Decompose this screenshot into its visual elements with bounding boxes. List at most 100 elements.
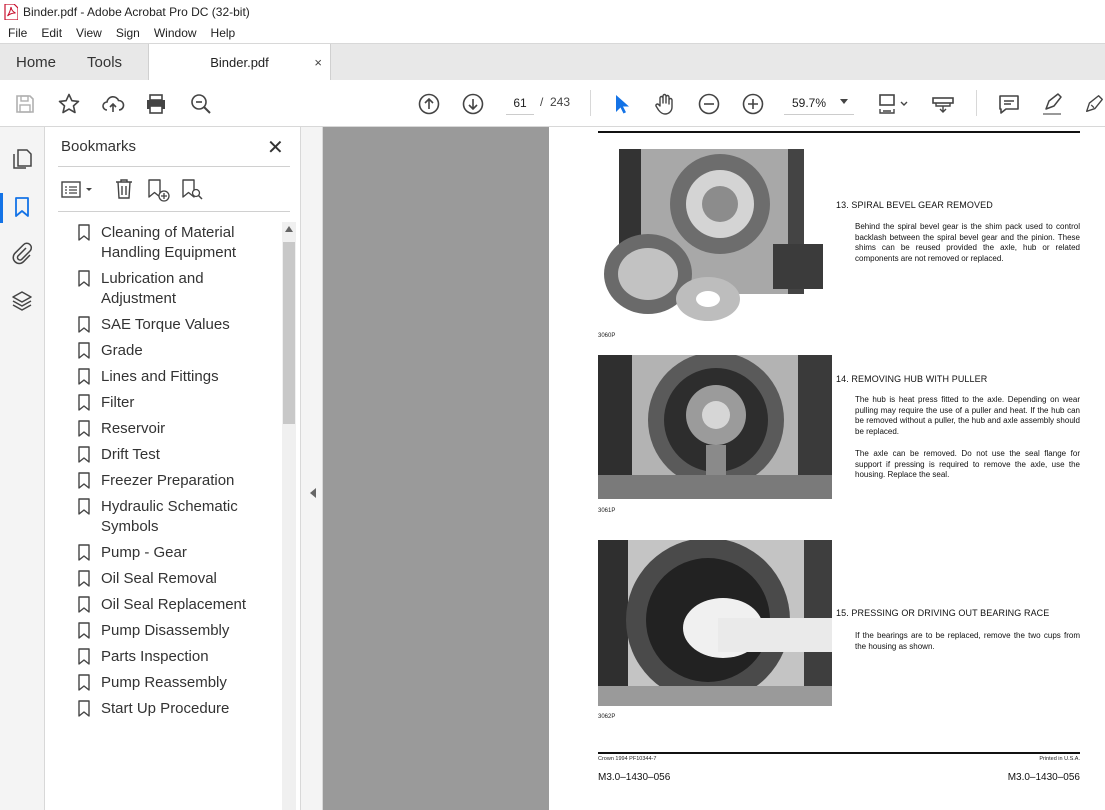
photo-spiral-bevel-gear (598, 149, 825, 325)
bookmark-item[interactable]: Drift Test (73, 445, 277, 465)
scrollbar-thumb[interactable] (283, 242, 295, 424)
bookmark-list: Cleaning of Material Handling Equipment L… (73, 223, 277, 725)
bookmark-panel-icon[interactable] (10, 195, 34, 219)
tab-home[interactable]: Home (0, 44, 71, 80)
step-13-body: Behind the spiral bevel gear is the shim… (855, 222, 1080, 263)
bookmark-icon (78, 498, 90, 515)
bookmark-label: Pump Disassembly (101, 622, 230, 639)
title-bar: Binder.pdf - Adobe Acrobat Pro DC (32-bi… (0, 0, 1105, 23)
save-icon[interactable] (13, 92, 37, 116)
hand-tool-icon[interactable] (653, 92, 677, 116)
panel-splitter[interactable] (300, 127, 323, 810)
menu-edit[interactable]: Edit (33, 26, 68, 40)
scroll-mode-icon[interactable] (931, 92, 955, 116)
cloud-upload-icon[interactable] (101, 92, 125, 116)
window-title: Binder.pdf - Adobe Acrobat Pro DC (32-bi… (23, 4, 250, 19)
bookmark-item[interactable]: Parts Inspection (73, 647, 277, 667)
tab-document[interactable]: Binder.pdf × (148, 44, 331, 81)
document-viewport[interactable]: 3060P 13. SPIRAL BEVEL GEAR REMOVED Behi… (323, 127, 1105, 810)
bookmark-label: Lubrication and Adjustment (101, 270, 204, 307)
zoom-in-icon[interactable] (741, 92, 765, 116)
menu-view[interactable]: View (68, 26, 108, 40)
step-14-body-2: The axle can be removed. Do not use the … (855, 449, 1080, 479)
photo-bearing-race (598, 540, 832, 706)
print-icon[interactable] (144, 92, 168, 116)
divider (58, 166, 290, 167)
next-page-icon[interactable] (461, 92, 485, 116)
bookmark-item[interactable]: Grade (73, 341, 277, 361)
bookmark-label: Oil Seal Removal (101, 570, 217, 587)
step-15-title: 15. PRESSING OR DRIVING OUT BEARING RACE (836, 608, 1050, 618)
bookmark-icon (78, 570, 90, 587)
sign-pen-icon[interactable] (1083, 92, 1105, 116)
photo-figure (598, 355, 832, 499)
star-icon[interactable] (57, 92, 81, 116)
delete-bookmark-icon[interactable] (112, 177, 136, 201)
pdf-page: 3060P 13. SPIRAL BEVEL GEAR REMOVED Behi… (549, 127, 1105, 810)
scroll-up-icon[interactable] (285, 226, 293, 232)
bookmark-item[interactable]: Lines and Fittings (73, 367, 277, 387)
page-bottom-rule (598, 752, 1080, 754)
bookmarks-panel-title: Bookmarks (61, 138, 137, 155)
bookmark-icon (78, 224, 90, 241)
bookmark-label: Lines and Fittings (101, 368, 219, 385)
bookmark-label: Reservoir (101, 420, 166, 437)
photo-figure (598, 540, 832, 706)
tab-close-icon[interactable]: × (314, 55, 322, 70)
page-separator: / (540, 95, 544, 109)
fit-page-icon[interactable] (877, 92, 909, 116)
menu-window[interactable]: Window (146, 26, 203, 40)
attachment-icon[interactable] (10, 241, 34, 265)
new-bookmark-icon[interactable] (145, 177, 171, 203)
footer-manual-code-left: M3.0–1430–056 (598, 772, 671, 783)
menu-help[interactable]: Help (203, 26, 242, 40)
page-number-input[interactable]: 61 (506, 91, 534, 115)
tab-tools[interactable]: Tools (71, 44, 138, 80)
photo-figure (604, 149, 823, 321)
bookmark-item[interactable]: Reservoir (73, 419, 277, 439)
bookmark-label: Oil Seal Replacement (101, 596, 247, 613)
page-thumbnails-icon[interactable] (10, 147, 34, 171)
bookmark-item[interactable]: Pump Reassembly (73, 673, 277, 693)
step-13-title: 13. SPIRAL BEVEL GEAR REMOVED (836, 200, 993, 210)
bookmark-item[interactable]: Oil Seal Removal (73, 569, 277, 589)
bookmark-item[interactable]: Pump - Gear (73, 543, 277, 563)
collapse-panel-icon[interactable] (310, 488, 316, 498)
photo-hub-puller (598, 355, 832, 499)
options-menu-icon[interactable] (61, 179, 95, 201)
zoom-search-icon[interactable] (189, 92, 213, 116)
layers-icon[interactable] (10, 289, 34, 313)
bookmark-search-icon[interactable] (179, 177, 205, 203)
bookmark-item[interactable]: SAE Torque Values (73, 315, 277, 335)
menu-file[interactable]: File (0, 26, 33, 40)
bookmark-item[interactable]: Oil Seal Replacement (73, 595, 277, 615)
photo-label: 3062P (598, 714, 616, 720)
bookmark-item[interactable]: Hydraulic Schematic Symbols (73, 497, 277, 537)
photo-label: 3061P (598, 508, 616, 514)
bookmark-label: SAE Torque Values (101, 316, 230, 333)
bookmark-label: Pump - Gear (101, 544, 187, 561)
bookmark-item[interactable]: Filter (73, 393, 277, 413)
previous-page-icon[interactable] (417, 92, 441, 116)
comment-icon[interactable] (997, 92, 1021, 116)
zoom-out-icon[interactable] (697, 92, 721, 116)
bookmark-icon (78, 342, 90, 359)
bookmark-label: Filter (101, 394, 135, 411)
bookmark-item[interactable]: Start Up Procedure (73, 699, 277, 719)
bookmark-item[interactable]: Lubrication and Adjustment (73, 269, 277, 309)
toolbar-divider (590, 90, 591, 116)
bookmark-icon (78, 368, 90, 385)
bookmark-label: Pump Reassembly (101, 674, 227, 691)
chevron-down-icon (840, 99, 848, 104)
bookmark-scrollbar[interactable] (282, 222, 296, 810)
bookmark-item[interactable]: Pump Disassembly (73, 621, 277, 641)
highlight-pen-icon[interactable] (1040, 92, 1064, 116)
bookmark-icon (78, 622, 90, 639)
bookmark-item[interactable]: Freezer Preparation (73, 471, 277, 491)
close-panel-icon[interactable]: ✕ (267, 135, 284, 160)
zoom-dropdown[interactable]: 59.7% (784, 91, 854, 115)
menu-sign[interactable]: Sign (108, 26, 146, 40)
bookmark-item[interactable]: Cleaning of Material Handling Equipment (73, 223, 277, 263)
bookmark-label: Drift Test (101, 446, 160, 463)
select-cursor-icon[interactable] (609, 92, 633, 116)
